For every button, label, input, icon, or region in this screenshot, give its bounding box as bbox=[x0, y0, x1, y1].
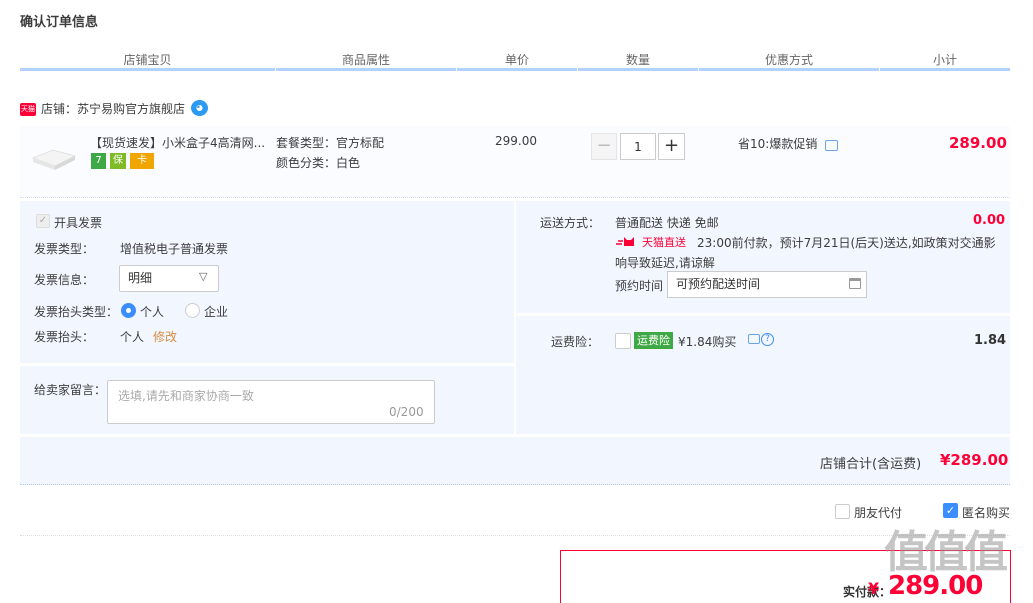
shop-name[interactable]: 店铺：苏宁易购官方旗舰店 bbox=[41, 100, 185, 117]
payment-currency: ¥ bbox=[868, 579, 880, 598]
insurance-price: ¥1.84购买 bbox=[678, 335, 737, 349]
item-subtotal: 289.00 bbox=[949, 134, 1007, 152]
column-header-rule bbox=[20, 68, 1010, 71]
help-icon[interactable]: ? bbox=[761, 333, 774, 346]
chat-bubble-icon[interactable]: ◕ bbox=[191, 100, 208, 116]
invoice-info-label: 发票信息： bbox=[34, 273, 95, 287]
column-header-price: 单价 bbox=[504, 53, 529, 67]
warranty-icon[interactable]: 保 bbox=[110, 153, 126, 169]
product-title-link[interactable]: 【现货速发】小米盒子4高清网... bbox=[90, 134, 270, 151]
shop-total-value: ¥289.00 bbox=[940, 451, 1009, 469]
header-divider bbox=[275, 68, 276, 71]
delivery-notice-line2: 响导致延迟,请谅解 bbox=[615, 256, 715, 270]
header-divider bbox=[577, 68, 578, 71]
quantity-decrease-button[interactable]: − bbox=[591, 133, 617, 160]
radio-personal[interactable] bbox=[121, 303, 136, 318]
invoice-header-value: 个人 bbox=[120, 330, 145, 344]
message-label: 给卖家留言： bbox=[34, 383, 107, 397]
invoice-type-value: 增值税电子普通发票 bbox=[120, 242, 229, 256]
shipping-fee: 0.00 bbox=[973, 213, 1006, 228]
insurance-checkbox[interactable] bbox=[615, 333, 631, 349]
product-attr-package: 套餐类型：官方标配 bbox=[276, 136, 385, 150]
insurance-badge: 运费险 bbox=[634, 332, 673, 349]
schedule-time-picker[interactable]: 可预约配送时间 bbox=[667, 271, 867, 298]
delivery-notice-line1: 23:00前付款，预计7月21日(后天)送达,如政策对交通影 bbox=[697, 236, 996, 250]
invoice-checkbox[interactable]: ✓ bbox=[36, 214, 50, 228]
seven-day-return-icon[interactable]: 7 bbox=[91, 153, 106, 169]
divider bbox=[20, 535, 1010, 536]
invoice-checkbox-label: 开具发票 bbox=[54, 216, 103, 230]
insurance-chat-icon[interactable] bbox=[748, 334, 760, 344]
invoice-edit-link[interactable]: 修改 bbox=[153, 328, 177, 345]
header-divider bbox=[456, 68, 457, 71]
product-thumbnail[interactable] bbox=[29, 136, 79, 178]
column-header-subtotal: 小计 bbox=[932, 53, 957, 67]
shipping-method: 普通配送 快递 免邮 bbox=[615, 216, 719, 230]
invoice-header-label: 发票抬头： bbox=[34, 330, 95, 344]
seller-message-input[interactable]: 选填,请先和商家协商一致 bbox=[107, 380, 435, 424]
schedule-time-label: 预约时间 bbox=[615, 279, 664, 293]
tmall-direct-label: 天猫直送 bbox=[642, 236, 686, 249]
shipping-label: 运送方式： bbox=[540, 216, 601, 230]
column-header-quantity: 数量 bbox=[625, 53, 650, 67]
page-title: 确认订单信息 bbox=[20, 15, 99, 30]
quantity-increase-button[interactable]: + bbox=[658, 133, 685, 160]
insurance-fee: 1.84 bbox=[974, 333, 1007, 348]
invoice-header-type-label: 发票抬头类型： bbox=[34, 305, 119, 319]
chevron-down-icon: ▽ bbox=[199, 270, 208, 283]
tmall-direct-icon bbox=[616, 237, 634, 246]
column-header-item: 店铺宝贝 bbox=[123, 53, 172, 67]
column-header-discount: 优惠方式 bbox=[764, 53, 813, 67]
radio-company[interactable] bbox=[185, 303, 200, 318]
product-attr-color: 颜色分类：白色 bbox=[276, 156, 361, 170]
promotion-info-icon[interactable] bbox=[825, 140, 838, 151]
calendar-icon[interactable] bbox=[849, 278, 861, 289]
credit-card-icon[interactable]: 卡 bbox=[130, 153, 154, 169]
watermark-logo: 值值值 bbox=[884, 527, 1008, 578]
radio-company-label[interactable]: 企业 bbox=[204, 303, 228, 320]
header-divider bbox=[879, 68, 880, 71]
quantity-input[interactable] bbox=[620, 133, 656, 160]
column-header-attrs: 商品属性 bbox=[341, 53, 390, 67]
invoice-type-label: 发票类型： bbox=[34, 242, 95, 256]
tmall-shop-icon: 天猫 bbox=[20, 103, 36, 116]
message-char-counter: 0/200 bbox=[389, 405, 424, 419]
shop-total-label: 店铺合计(含运费) bbox=[820, 457, 922, 472]
promotion-text: 省10:爆款促销 bbox=[738, 137, 818, 151]
header-divider bbox=[698, 68, 699, 71]
friend-pay-checkbox[interactable] bbox=[835, 504, 850, 519]
payment-label: 实付款： bbox=[843, 585, 892, 599]
unit-price: 299.00 bbox=[495, 134, 537, 148]
insurance-label: 运费险： bbox=[551, 335, 600, 349]
radio-personal-label[interactable]: 个人 bbox=[140, 303, 164, 320]
